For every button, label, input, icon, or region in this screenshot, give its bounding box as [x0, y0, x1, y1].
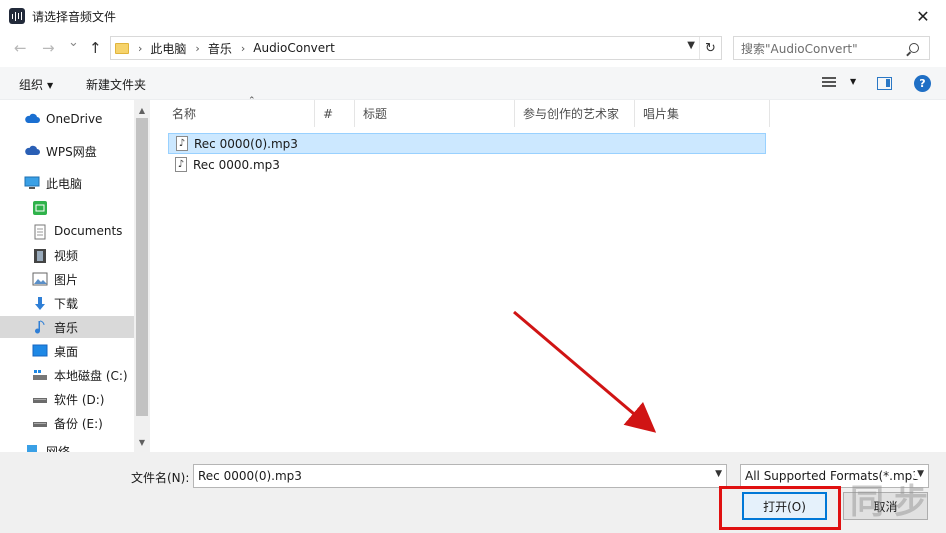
sidebar-item-drive-d[interactable]: 软件 (D:) — [32, 388, 104, 410]
folder-icon — [115, 42, 129, 54]
annotation-highlight-box — [719, 486, 841, 530]
sidebar-item-drive-c[interactable]: 本地磁盘 (C:) — [32, 364, 128, 386]
app-green-icon — [32, 200, 48, 215]
svg-text:同: 同 — [850, 482, 886, 521]
search-input[interactable]: 搜索"AudioConvert" — [741, 40, 909, 57]
sidebar-item-label: 软件 (D:) — [54, 392, 105, 407]
drive-c-icon — [32, 368, 48, 382]
chevron-down-icon[interactable]: ▼ — [687, 40, 695, 51]
sidebar-item-this-pc[interactable]: 此电脑 — [24, 172, 82, 194]
window-title: 请选择音频文件 — [32, 9, 117, 24]
file-list: 名称 ⌃ # 标题 参与创作的艺术家 唱片集 ♪ Rec 0000(0).mp3… — [152, 96, 946, 452]
music-icon — [32, 320, 48, 334]
sidebar-item-downloads[interactable]: 下载 — [32, 292, 78, 314]
breadcrumb-this-pc[interactable]: 此电脑 — [150, 40, 186, 57]
sidebar-item-label: 视频 — [54, 248, 79, 263]
document-icon — [32, 224, 48, 240]
chevron-down-icon[interactable]: ▼ — [715, 469, 722, 479]
sidebar-item-pictures[interactable]: 图片 — [32, 268, 78, 290]
drive-icon — [32, 416, 48, 430]
picture-icon — [32, 272, 48, 286]
address-bar[interactable]: › 此电脑 › 音乐 › AudioConvert ▼ ↻ — [110, 36, 722, 60]
close-button[interactable]: ✕ — [900, 0, 946, 32]
computer-icon — [24, 176, 40, 190]
sidebar-item-network[interactable]: 网络 — [24, 440, 70, 452]
new-folder-button[interactable]: 新建文件夹 — [86, 76, 146, 93]
scrollbar-thumb[interactable] — [136, 118, 148, 416]
sidebar-item-label: 此电脑 — [46, 176, 83, 191]
recent-locations-button[interactable]: ⌄ — [68, 35, 79, 50]
sidebar-item-wps[interactable]: WPS网盘 — [24, 140, 97, 162]
sidebar-scrollbar[interactable]: ▲ ▼ — [134, 100, 150, 452]
sidebar-item-label: Documents — [54, 224, 123, 238]
annotation-arrow — [513, 310, 657, 433]
search-box[interactable]: 搜索"AudioConvert" — [733, 36, 930, 60]
navigation-pane: OneDrive WPS网盘 此电脑 Documents 视频 图片 下载 音乐… — [0, 100, 150, 452]
svg-text:步: 步 — [894, 482, 930, 521]
drive-icon — [32, 392, 48, 406]
sidebar-item-music[interactable]: 音乐 — [0, 316, 134, 338]
scroll-down-icon[interactable]: ▼ — [134, 434, 150, 450]
sidebar-item-label: 音乐 — [54, 320, 79, 335]
filename-field[interactable]: Rec 0000(0).mp3 ▼ — [193, 464, 727, 488]
up-button[interactable]: ↑ — [89, 39, 102, 57]
navigation-bar: ← → ⌄ ↑ › 此电脑 › 音乐 › AudioConvert ▼ ↻ 搜索… — [0, 32, 946, 64]
sidebar-item-documents[interactable]: Documents — [32, 220, 122, 242]
title-bar: 请选择音频文件 ✕ — [0, 0, 946, 32]
sidebar-item-label: 下载 — [54, 296, 79, 311]
video-icon — [32, 248, 48, 263]
sidebar-item-videos[interactable]: 视频 — [32, 244, 78, 266]
cloud-icon — [24, 112, 40, 126]
network-icon — [24, 444, 40, 452]
preview-pane-icon[interactable] — [877, 77, 892, 90]
sidebar-item-label: 图片 — [54, 272, 79, 287]
desktop-icon — [32, 344, 48, 358]
caret-down-icon[interactable]: ▼ — [850, 77, 856, 86]
breadcrumb-separator: › — [195, 41, 200, 55]
sidebar-item-label: WPS网盘 — [46, 144, 97, 159]
sidebar-item-label: 备份 (E:) — [54, 416, 103, 431]
breadcrumb-separator: › — [138, 41, 143, 55]
wps-cloud-icon — [24, 144, 40, 158]
sidebar-item-app[interactable] — [32, 196, 54, 218]
chevron-down-icon[interactable]: ▼ — [915, 469, 924, 479]
breadcrumb-separator: › — [240, 41, 246, 55]
filename-value: Rec 0000(0).mp3 — [198, 469, 302, 483]
view-options-icon[interactable] — [822, 77, 836, 89]
sidebar-item-label: 本地磁盘 (C:) — [54, 368, 128, 383]
search-icon — [909, 43, 919, 53]
refresh-button[interactable]: ↻ — [699, 37, 721, 59]
caret-down-icon: ▼ — [47, 81, 54, 90]
scroll-up-icon[interactable]: ▲ — [134, 102, 150, 118]
app-audio-icon — [9, 8, 25, 24]
breadcrumb-music[interactable]: 音乐 — [208, 40, 232, 57]
download-icon — [32, 296, 48, 310]
help-icon[interactable]: ? — [914, 75, 931, 92]
organize-button[interactable]: 组织 ▼ — [19, 76, 53, 93]
organize-label: 组织 — [19, 78, 44, 92]
sidebar-item-label: OneDrive — [46, 112, 103, 126]
sidebar-item-label: 网络 — [46, 444, 71, 453]
forward-button[interactable]: → — [42, 39, 55, 57]
breadcrumb-audioconvert[interactable]: AudioConvert — [253, 41, 335, 55]
sidebar-item-label: 桌面 — [54, 344, 79, 359]
sidebar-item-drive-e[interactable]: 备份 (E:) — [32, 412, 103, 434]
filename-label: 文件名(N): — [131, 471, 190, 485]
sidebar-item-onedrive[interactable]: OneDrive — [24, 108, 102, 130]
back-button[interactable]: ← — [14, 39, 27, 57]
sidebar-item-desktop[interactable]: 桌面 — [32, 340, 78, 362]
command-bar: 组织 ▼ 新建文件夹 ▼ ? — [0, 67, 946, 100]
watermark-logo: 同步 — [850, 481, 940, 529]
